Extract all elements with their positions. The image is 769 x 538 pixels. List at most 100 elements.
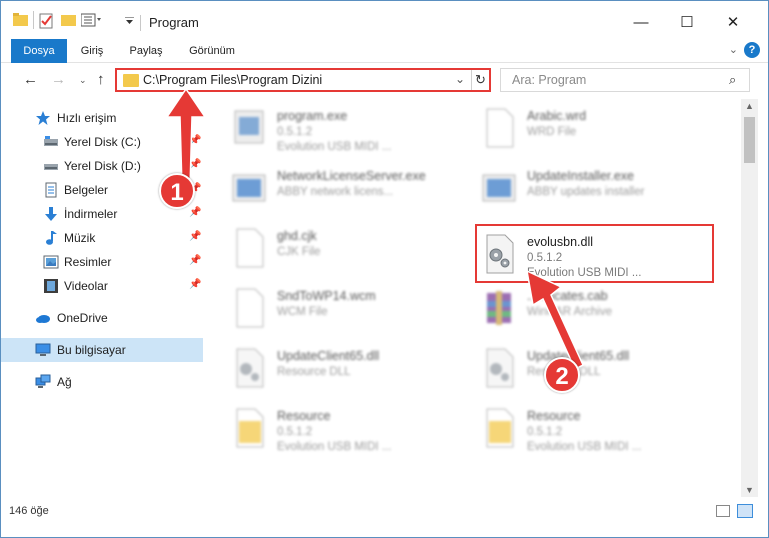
sidebar-item-label: Resimler <box>64 255 112 269</box>
star-icon <box>36 111 50 125</box>
drive-icon <box>44 136 58 146</box>
chevron-down-icon[interactable]: ⌄ <box>729 43 738 56</box>
pin-icon[interactable]: 📌 <box>189 255 201 266</box>
details-view-icon[interactable] <box>716 505 730 517</box>
scroll-down-icon[interactable]: ▼ <box>745 485 754 495</box>
sidebar-item-label: Bu bilgisayar <box>57 343 126 357</box>
scrollbar-thumb[interactable] <box>744 117 755 163</box>
tab-file[interactable]: Dosya <box>11 39 67 63</box>
video-icon <box>44 279 58 293</box>
download-icon <box>45 207 57 221</box>
blank-file-icon <box>236 228 264 268</box>
folder-icon <box>13 13 28 26</box>
file-name: Resource <box>527 409 581 423</box>
search-icon[interactable]: ⌕ <box>729 72 736 88</box>
file-name: program.exe <box>277 109 348 123</box>
scroll-up-icon[interactable]: ▲ <box>745 101 754 111</box>
file-name: UpdateInstaller.exe <box>527 169 635 183</box>
file-description: Evolution USB MIDI ... <box>277 441 392 453</box>
search-placeholder: Ara: Program <box>512 73 587 87</box>
large-icons-view-icon[interactable] <box>737 504 753 518</box>
sidebar-item-this-pc[interactable]: Bu bilgisayar <box>1 338 203 362</box>
title-bar: Program — ☐ ✕ <box>1 1 768 39</box>
folder-file-icon <box>486 408 514 448</box>
dll-gear-icon <box>486 348 514 388</box>
sidebar-item-videos[interactable]: Videolar 📌 <box>1 275 203 297</box>
address-path[interactable]: C:\Program Files\Program Dizini <box>143 73 322 87</box>
file-item[interactable]: Resource 0.5.1.2 Evolution USB MIDI ... <box>463 399 713 457</box>
sidebar-item-network[interactable]: Ağ <box>1 371 203 393</box>
sidebar-item-label: Yerel Disk (D:) <box>64 159 141 173</box>
status-bar: 146 öğe <box>1 499 768 537</box>
file-item[interactable]: UpdateInstaller.exe ABBY updates install… <box>463 159 713 217</box>
tab-view[interactable]: Görünüm <box>183 39 241 63</box>
file-item[interactable]: Arabic.wrd WRD File <box>463 99 713 157</box>
sidebar-item-label: Ağ <box>57 375 72 389</box>
music-icon <box>46 231 57 245</box>
tab-share[interactable]: Paylaş <box>125 39 167 63</box>
file-description: ABBY network licens... <box>277 186 394 198</box>
up-arrow-icon[interactable]: ↑ <box>97 71 105 88</box>
ribbon-tabs: Dosya Giriş Paylaş Görünüm ⌄ ? <box>1 39 768 63</box>
file-name: SndToWP14.wcm <box>277 289 376 303</box>
dll-gear-icon <box>236 348 264 388</box>
sidebar-item-onedrive[interactable]: OneDrive <box>1 307 203 329</box>
file-explorer-window: Program — ☐ ✕ Dosya Giriş Paylaş Görünüm… <box>0 0 769 538</box>
chevron-down-icon[interactable]: ⌄ <box>455 72 465 86</box>
tab-home[interactable]: Giriş <box>75 39 109 63</box>
file-item[interactable]: SndToWP14.wcm WCM File <box>213 279 463 337</box>
file-name: Resource <box>277 409 331 423</box>
file-name: ghd.cjk <box>277 229 317 243</box>
item-count: 146 öğe <box>9 505 49 517</box>
exe-icon <box>482 174 516 202</box>
vertical-scrollbar[interactable]: ▲ ▼ <box>741 99 758 497</box>
archive-icon <box>487 291 511 325</box>
help-icon[interactable]: ? <box>744 42 760 58</box>
view-options-icon[interactable] <box>81 13 103 27</box>
pin-icon[interactable]: 📌 <box>189 279 201 290</box>
forward-arrow-icon[interactable]: → <box>51 71 66 88</box>
file-description: ABBY updates installer <box>527 186 645 198</box>
file-type: WRD File <box>527 126 577 138</box>
pictures-icon <box>43 255 59 269</box>
file-name: UpdateClient65.dll <box>277 349 380 363</box>
cloud-icon <box>36 315 50 323</box>
sidebar-item-label: Yerel Disk (C:) <box>64 135 141 149</box>
file-version: 0.5.1.2 <box>277 426 313 438</box>
pin-icon[interactable]: 📌 <box>189 207 201 218</box>
highlight-box <box>475 224 714 283</box>
quick-access-dropdown-icon[interactable] <box>125 17 135 25</box>
file-version: 0.5.1.2 <box>527 426 563 438</box>
file-type: CJK File <box>277 246 321 258</box>
sidebar-item-label: Belgeler <box>64 183 109 197</box>
refresh-icon[interactable]: ↻ <box>471 70 489 90</box>
file-item[interactable]: program.exe 0.5.1.2 Evolution USB MIDI .… <box>213 99 463 157</box>
computer-icon <box>35 343 51 356</box>
recent-locations-icon[interactable]: ⌄ <box>79 75 87 86</box>
exe-icon <box>234 110 264 144</box>
sidebar-item-label: Müzik <box>64 231 96 245</box>
close-button[interactable]: ✕ <box>711 7 755 37</box>
drive-icon <box>44 164 58 170</box>
file-item[interactable]: NetworkLicenseServer.exe ABBY network li… <box>213 159 463 217</box>
file-version: 0.5.1.2 <box>277 126 313 138</box>
back-arrow-icon[interactable]: ← <box>23 71 38 88</box>
file-item[interactable]: UpdateClient65.dll Resource DLL <box>213 339 463 397</box>
file-item[interactable]: ghd.cjk CJK File <box>213 219 463 277</box>
properties-icon[interactable] <box>39 13 55 29</box>
window-title: Program <box>149 15 199 30</box>
sidebar-item-music[interactable]: Müzik 📌 <box>1 227 203 249</box>
network-icon <box>35 374 51 388</box>
maximize-button[interactable]: ☐ <box>665 7 709 37</box>
sidebar-item-pictures[interactable]: Resimler 📌 <box>1 251 203 273</box>
file-item[interactable]: Resource 0.5.1.2 Evolution USB MIDI ... <box>213 399 463 457</box>
sidebar-item-label: Videolar <box>64 279 108 293</box>
folder-icon <box>123 74 139 87</box>
file-description: Evolution USB MIDI ... <box>277 141 392 153</box>
minimize-button[interactable]: — <box>619 7 663 37</box>
sidebar-item-label: İndirmeler <box>64 207 118 221</box>
search-input[interactable]: Ara: Program ⌕ <box>500 68 750 92</box>
exe-icon <box>232 174 266 202</box>
new-folder-icon[interactable] <box>61 13 77 27</box>
pin-icon[interactable]: 📌 <box>189 231 201 242</box>
